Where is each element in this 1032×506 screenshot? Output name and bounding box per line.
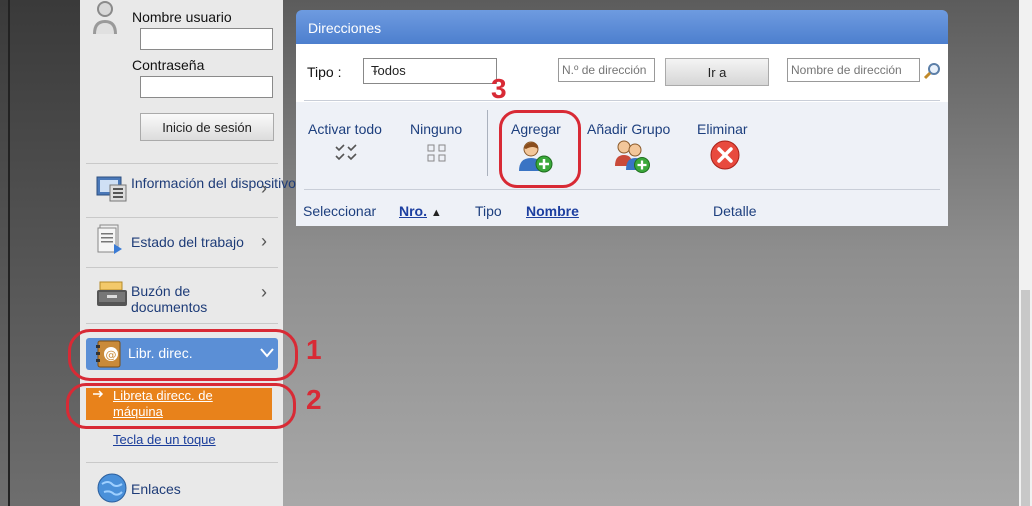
password-input[interactable] xyxy=(140,76,273,98)
delete-button[interactable]: Eliminar xyxy=(697,121,748,137)
chevron-right-icon: › xyxy=(261,178,267,198)
callout-ring-2 xyxy=(66,383,296,429)
select-all-button[interactable]: Activar todo xyxy=(308,121,382,137)
column-select: Seleccionar xyxy=(303,203,377,219)
callout-ring-1 xyxy=(68,329,298,381)
add-group-icon[interactable] xyxy=(613,138,651,174)
nav-links[interactable]: Enlaces xyxy=(131,481,181,497)
scrollbar-thumb[interactable] xyxy=(1021,290,1030,506)
login-button[interactable]: Inicio de sesión xyxy=(140,113,274,141)
divider xyxy=(86,217,278,218)
delete-icon[interactable] xyxy=(709,139,741,171)
left-background xyxy=(0,0,80,506)
search-icon[interactable] xyxy=(923,62,941,80)
column-type: Tipo xyxy=(475,203,502,219)
left-edge-line xyxy=(8,0,10,506)
username-input[interactable] xyxy=(140,28,273,50)
panel-title: Direcciones xyxy=(308,20,382,36)
checkbox-none-icon[interactable] xyxy=(426,143,448,163)
nav-job-status[interactable]: Estado del trabajo xyxy=(131,234,244,250)
nav-document-box[interactable]: Buzón de documentos xyxy=(131,283,221,315)
divider xyxy=(304,100,940,101)
nav-links-label: Enlaces xyxy=(131,481,181,497)
column-name[interactable]: Nombre xyxy=(526,203,579,219)
divider xyxy=(86,323,278,324)
toolbar-separator xyxy=(487,110,488,176)
username-label: Nombre usuario xyxy=(132,9,232,25)
callout-ring-3 xyxy=(499,110,581,188)
column-number[interactable]: Nro. ▲ xyxy=(399,203,442,219)
go-button[interactable]: Ir a xyxy=(665,58,769,86)
column-number-label: Nro. xyxy=(399,203,427,219)
nav-one-touch-key[interactable]: Tecla de un toque xyxy=(113,432,216,447)
divider xyxy=(86,267,278,268)
type-label: Tipo : xyxy=(307,64,342,80)
nav-job-status-label: Estado del trabajo xyxy=(131,234,244,250)
nav-device-info-label: Información del dispositivo xyxy=(131,175,296,191)
callout-number-1: 1 xyxy=(306,334,322,365)
address-name-input[interactable] xyxy=(787,58,920,82)
type-select[interactable]: Todos ⌄ xyxy=(363,58,497,84)
sort-ascending-icon: ▲ xyxy=(430,207,442,219)
add-group-button[interactable]: Añadir Grupo xyxy=(587,121,670,137)
callout-number-2: 2 xyxy=(306,384,322,415)
select-none-button[interactable]: Ninguno xyxy=(410,121,462,137)
divider xyxy=(86,462,278,463)
device-info-icon xyxy=(96,176,127,202)
document-box-icon xyxy=(97,281,127,306)
checkbox-all-icon[interactable] xyxy=(334,143,360,163)
globe-icon xyxy=(97,473,127,503)
address-number-input[interactable] xyxy=(558,58,655,82)
chevron-right-icon: › xyxy=(261,231,267,251)
password-label: Contraseña xyxy=(132,57,205,73)
job-status-icon xyxy=(97,224,122,254)
callout-number-3: 3 xyxy=(491,73,507,104)
user-icon xyxy=(93,1,117,34)
nav-device-info[interactable]: Información del dispositivo xyxy=(131,175,296,191)
divider xyxy=(304,189,940,190)
chevron-down-icon: ⌄ xyxy=(371,65,380,76)
column-detail: Detalle xyxy=(713,203,757,219)
panel-header: Direcciones xyxy=(296,10,948,44)
divider xyxy=(86,163,278,164)
chevron-right-icon: › xyxy=(261,282,267,302)
nav-document-box-label: Buzón de documentos xyxy=(131,283,208,315)
